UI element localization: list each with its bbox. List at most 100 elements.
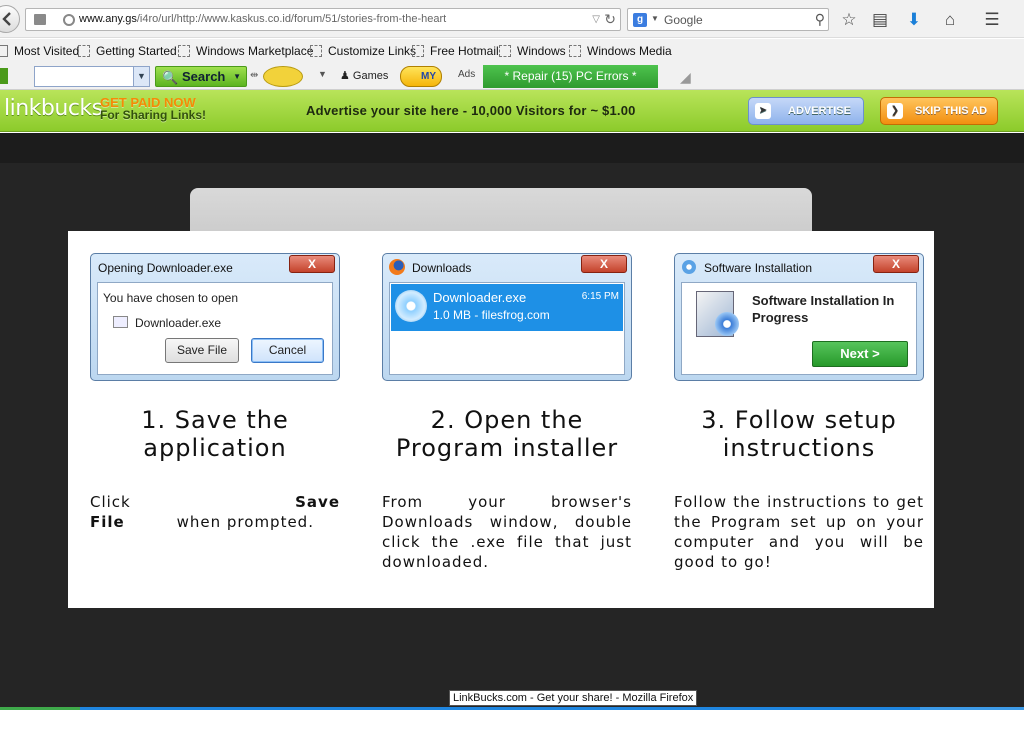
- url-text: www.any.gs/i4ro/url/http://www.kaskus.co…: [79, 13, 446, 25]
- installation-pane: Software Installation In Progress Next >: [681, 282, 917, 375]
- page-icon: [499, 45, 511, 57]
- bookmark-windows-media[interactable]: Windows Media: [569, 44, 672, 58]
- page-icon: [78, 45, 90, 57]
- globe-icon: [63, 14, 75, 26]
- folder-icon: [0, 45, 8, 57]
- step-heading: 2. Open the Program installer: [395, 406, 619, 462]
- bookmark-getting-started[interactable]: Getting Started: [78, 44, 177, 58]
- step-description: Follow the instructions to get the Progr…: [674, 493, 924, 571]
- toolbar-search-button[interactable]: 🔍 Search ▼: [155, 66, 247, 87]
- page-header-band: [0, 133, 1024, 163]
- software-box-icon: [696, 291, 739, 337]
- cursor-icon: ➤: [755, 103, 771, 119]
- bookmark-star-icon[interactable]: ☆: [838, 9, 860, 31]
- url-domain: www.any.gs: [79, 13, 137, 25]
- bookmark-label: Getting Started: [96, 44, 177, 58]
- cancel-button[interactable]: Cancel: [251, 338, 324, 363]
- dialog-title: Opening Downloader.exe: [98, 261, 233, 275]
- arrow-right-icon: ❯: [887, 103, 903, 119]
- downloads-list: Downloader.exe 1.0 MB - filesfrog.com 6:…: [389, 282, 625, 375]
- reload-icon[interactable]: ↻: [604, 11, 616, 28]
- url-path: /i4ro/url/http://www.kaskus.co.id/forum/…: [136, 13, 447, 25]
- step-heading: 1. Save the application: [141, 406, 289, 462]
- search-magnifier-icon[interactable]: ⚲: [815, 11, 825, 28]
- linkbucks-logo[interactable]: linkbucks: [4, 96, 103, 121]
- skip-ad-button[interactable]: ❯ SKIP THIS AD: [880, 97, 998, 125]
- bookmark-label: Windows Marketplace: [196, 44, 314, 58]
- bookmark-free-hotmail[interactable]: Free Hotmail: [412, 44, 499, 58]
- search-placeholder: Google: [664, 13, 703, 27]
- advertise-button[interactable]: ➤ ADVERTISE: [748, 97, 864, 125]
- page-icon: [569, 45, 581, 57]
- reading-list-icon[interactable]: ▤: [869, 9, 891, 31]
- bookmarks-toolbar: Most Visited Getting Started Windows Mar…: [0, 39, 1024, 63]
- bookmark-most-visited[interactable]: Most Visited: [0, 44, 79, 58]
- next-button[interactable]: Next >: [812, 341, 908, 367]
- software-installation-window: Software Installation X Software Install…: [674, 253, 924, 381]
- installer-disc-icon: [395, 290, 427, 322]
- addon-toolbar: ▼ 🔍 Search ▼ ⇹ ▼ ♟ Games MY Ads * Repair…: [0, 63, 1024, 90]
- chevron-down-icon[interactable]: ▼: [133, 67, 149, 86]
- close-icon[interactable]: X: [289, 255, 335, 273]
- url-bar[interactable]: www.any.gs/i4ro/url/http://www.kaskus.co…: [25, 8, 621, 31]
- step-save: Opening Downloader.exe X You have chosen…: [90, 253, 340, 532]
- bookmark-customize-links[interactable]: Customize Links: [310, 44, 416, 58]
- page-icon: [310, 45, 322, 57]
- download-file-info: 1.0 MB - filesfrog.com: [433, 308, 550, 322]
- advertise-site-text[interactable]: Advertise your site here - 10,000 Visito…: [306, 103, 636, 118]
- advertise-label: ADVERTISE: [788, 105, 851, 117]
- linkbucks-ad-bar: linkbucks GET PAID NOW For Sharing Links!…: [0, 90, 1024, 132]
- save-file-button[interactable]: Save File: [165, 338, 239, 363]
- engine-dropdown-icon[interactable]: ▼: [651, 14, 659, 23]
- my-button[interactable]: MY: [400, 66, 442, 87]
- resize-handle-icon[interactable]: ⇹: [250, 70, 258, 81]
- repair-pc-errors-button[interactable]: * Repair (15) PC Errors *: [483, 65, 658, 88]
- back-button[interactable]: [0, 5, 20, 33]
- sharing-links-text: For Sharing Links!: [100, 108, 207, 122]
- navigation-bar: www.any.gs/i4ro/url/http://www.kaskus.co…: [0, 0, 1024, 38]
- step-open: Downloads X Downloader.exe 1.0 MB - file…: [382, 253, 632, 572]
- close-icon[interactable]: X: [581, 255, 627, 273]
- downloads-icon[interactable]: ⬇: [903, 9, 925, 31]
- file-icon: [113, 316, 128, 328]
- bookmark-label: Free Hotmail: [430, 44, 499, 58]
- back-arrow-icon: [2, 12, 11, 26]
- smiley-icon[interactable]: [263, 66, 303, 87]
- chosen-to-open-text: You have chosen to open: [103, 291, 239, 305]
- download-time: 6:15 PM: [581, 291, 619, 302]
- bookmark-label: Most Visited: [14, 44, 80, 58]
- toolbar-pen-icon[interactable]: ◢: [680, 69, 698, 85]
- bookmark-label: Windows Media: [587, 44, 672, 58]
- games-button[interactable]: ♟ Games: [340, 69, 388, 82]
- page-icon: [34, 14, 46, 25]
- get-paid-banner[interactable]: GET PAID NOW For Sharing Links!: [100, 96, 206, 122]
- toolbar-logo-icon: [0, 68, 8, 84]
- menu-icon[interactable]: ☰: [981, 9, 1003, 31]
- file-name: Downloader.exe: [135, 316, 222, 330]
- taskbar-area: [0, 710, 1024, 742]
- window-title: Downloads: [412, 261, 472, 275]
- bookmark-windows[interactable]: Windows: [499, 44, 566, 58]
- step-install: Software Installation X Software Install…: [674, 253, 924, 572]
- url-history-dropdown-icon[interactable]: ▽: [592, 14, 600, 25]
- download-item[interactable]: Downloader.exe 1.0 MB - filesfrog.com 6:…: [391, 284, 623, 331]
- download-instructions-overlay: Opening Downloader.exe X You have chosen…: [68, 231, 934, 608]
- bookmark-windows-marketplace[interactable]: Windows Marketplace: [178, 44, 313, 58]
- installer-icon: [682, 260, 696, 274]
- chevron-down-icon[interactable]: ▼: [318, 69, 327, 79]
- opening-file-dialog: Opening Downloader.exe X You have chosen…: [90, 253, 340, 381]
- description-prefix: Click: [90, 493, 131, 511]
- games-label: Games: [352, 70, 389, 82]
- close-icon[interactable]: X: [873, 255, 919, 273]
- my-label: MY: [421, 71, 436, 82]
- bookmark-label: Windows: [517, 44, 566, 58]
- step-heading: 3. Follow setup instructions: [701, 406, 897, 462]
- home-icon[interactable]: ⌂: [939, 9, 961, 31]
- search-icon: 🔍: [162, 70, 179, 85]
- skip-ad-label: SKIP THIS AD: [915, 105, 988, 117]
- google-engine-icon[interactable]: g: [633, 13, 647, 27]
- toolbar-search-combo[interactable]: ▼: [34, 66, 150, 87]
- page-icon: [412, 45, 424, 57]
- search-bar[interactable]: g ▼ Google ⚲: [627, 8, 829, 31]
- toolbar-search-label: Search: [182, 69, 226, 84]
